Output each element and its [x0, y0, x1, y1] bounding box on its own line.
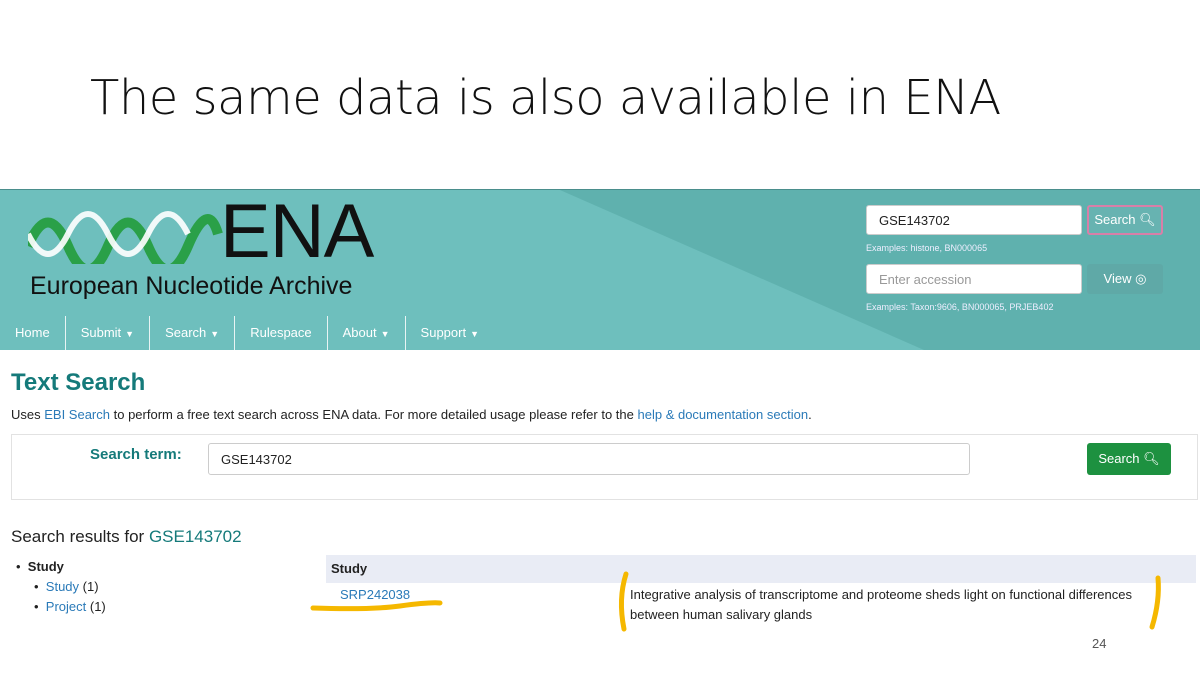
caret-down-icon: ▼: [380, 329, 390, 339]
page-title: Text Search: [11, 369, 146, 396]
nav-item-about[interactable]: About ▼: [328, 316, 406, 350]
facet-count: (1): [89, 599, 106, 614]
dna-helix-icon: [28, 211, 223, 264]
text-search-panel: Search term: GSE143702 Search 🔍︎: [11, 434, 1198, 500]
help-documentation-link[interactable]: help & documentation section: [638, 407, 809, 422]
facet-study-link[interactable]: Study: [46, 579, 79, 594]
search-term-label: Search term:: [90, 446, 182, 463]
caret-down-icon: ▼: [125, 329, 135, 339]
results-term: GSE143702: [148, 527, 242, 546]
study-description: Integrative analysis of transcriptome an…: [630, 587, 1132, 622]
target-icon: ◎: [1135, 271, 1147, 286]
nav-label: Submit: [80, 325, 122, 340]
view-button[interactable]: View ◎: [1087, 264, 1163, 294]
facet-group-label: Study: [27, 559, 64, 574]
nav-item-search[interactable]: Search ▼: [150, 316, 236, 350]
search-icon: 🔍︎: [1143, 451, 1160, 466]
highlight-bracket-right: [1149, 575, 1161, 630]
nav-item-support[interactable]: Support ▼: [406, 316, 494, 350]
nav-label: About: [342, 325, 377, 340]
facet-project-link[interactable]: Project: [46, 599, 86, 614]
usage-prefix: Uses: [11, 407, 45, 422]
nav-item-submit[interactable]: Submit ▼: [66, 316, 151, 350]
nav-item-rulespace[interactable]: Rulespace: [235, 316, 328, 350]
usage-text: Uses EBI Search to perform a free text s…: [11, 407, 812, 422]
ebi-search-link[interactable]: EBI Search: [44, 407, 110, 422]
results-heading: Search results for GSE143702: [11, 527, 242, 547]
search-hint: Examples: histone, BN000065: [866, 243, 988, 253]
facet-list: • Study • Study (1) • Project (1): [16, 557, 106, 617]
nav-label: Support: [420, 325, 467, 340]
logo-subtitle: European Nucleotide Archive: [30, 272, 353, 300]
accession-input[interactable]: Enter accession: [866, 264, 1082, 294]
search-icon: 🔍︎: [1139, 212, 1156, 227]
caret-down-icon: ▼: [210, 329, 220, 339]
nav-label: Search: [165, 325, 207, 340]
slide-title: The same data is also available in ENA: [90, 70, 1001, 126]
highlight-bracket-left: [618, 571, 629, 632]
highlight-underline: [310, 600, 443, 612]
text-search-label: Search: [1098, 451, 1140, 466]
facet-item: • Project (1): [34, 599, 106, 614]
results-table-header: Study: [326, 555, 1196, 583]
ena-screenshot: ENA European Nucleotide Archive GSE14370…: [0, 189, 1200, 675]
facet-item: • Study (1): [34, 579, 99, 594]
usage-middle: to perform a free text search across ENA…: [110, 407, 638, 422]
ena-logo[interactable]: [28, 204, 228, 264]
nav-label: Rulespace: [250, 325, 312, 340]
logo-text: ENA: [220, 189, 374, 274]
header-search-button[interactable]: Search 🔍︎: [1087, 205, 1163, 235]
text-search-button[interactable]: Search 🔍︎: [1087, 443, 1171, 475]
caret-down-icon: ▼: [470, 329, 480, 339]
header-search-label: Search: [1094, 212, 1136, 227]
nav-item-home[interactable]: Home: [0, 316, 66, 350]
usage-suffix: .: [808, 407, 812, 422]
accession-hint: Examples: Taxon:9606, BN000065, PRJEB402: [866, 302, 1054, 312]
results-prefix: Search results for: [11, 527, 149, 546]
view-label: View: [1103, 271, 1132, 286]
main-nav: Home Submit ▼ Search ▼ Rulespace About ▼ Su…: [0, 316, 494, 350]
nav-label: Home: [15, 325, 50, 340]
slide-page-number: 24: [1092, 636, 1107, 651]
ena-header: ENA European Nucleotide Archive GSE14370…: [0, 189, 1200, 350]
header-search-input[interactable]: GSE143702: [866, 205, 1082, 235]
facet-group: • Study: [16, 559, 64, 574]
search-term-input[interactable]: GSE143702: [208, 443, 970, 475]
facet-count: (1): [82, 579, 99, 594]
